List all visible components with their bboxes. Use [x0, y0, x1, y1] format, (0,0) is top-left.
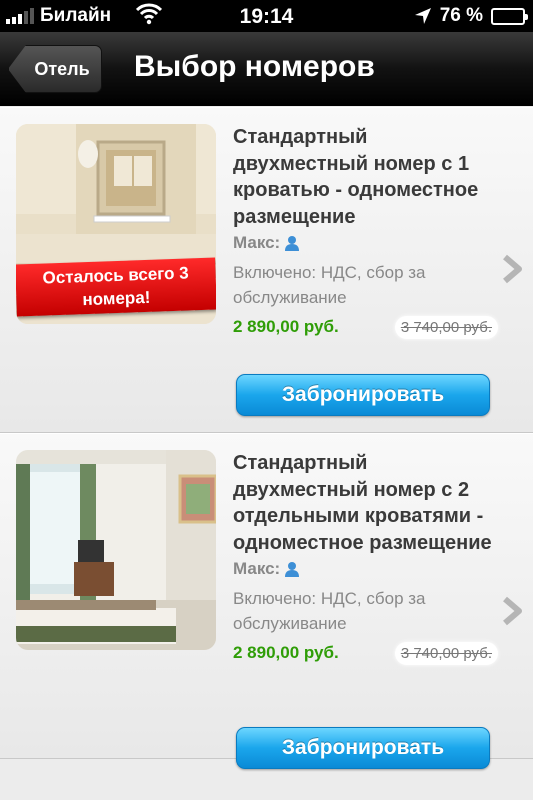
max-occupancy: Макс:: [233, 558, 498, 580]
room-card[interactable]: Осталось всего 3 номера! Стандартный дву…: [0, 107, 533, 433]
room-photo: [16, 450, 216, 650]
room-info: Стандартный двухместный номер с 2 отдель…: [233, 450, 498, 668]
current-price: 2 890,00 руб.: [233, 317, 339, 336]
location-arrow-icon: [414, 8, 431, 24]
price-row: 2 890,00 руб. 3 740,00 руб.: [233, 312, 498, 342]
bedroom-photo-image: [16, 450, 216, 650]
included-fees: Включено: НДС, сбор за обслуживание: [233, 589, 426, 633]
chevron-right-icon[interactable]: [501, 596, 523, 626]
room-title: Стандартный двухместный номер с 2 отдель…: [233, 452, 492, 554]
page-title: Выбор номеров: [134, 50, 375, 83]
occupancy-label: Макс:: [233, 233, 281, 252]
room-info: Стандартный двухместный номер с 1 кроват…: [233, 124, 498, 342]
battery-icon: [491, 7, 528, 25]
status-right: 76 %: [414, 5, 528, 27]
book-button[interactable]: Забронировать: [236, 727, 490, 769]
chevron-right-icon[interactable]: [501, 254, 523, 284]
old-price: 3 740,00 руб.: [394, 641, 498, 665]
person-icon: [285, 236, 300, 251]
occupancy-label: Макс:: [233, 559, 281, 578]
availability-badge: Осталось всего 3 номера!: [16, 257, 216, 317]
price-row: 2 890,00 руб. 3 740,00 руб.: [233, 638, 498, 668]
battery-percent: 76 %: [439, 5, 483, 26]
book-button[interactable]: Забронировать: [236, 374, 490, 416]
status-bar: Билайн 19:14 76 %: [0, 0, 533, 32]
back-button[interactable]: Отель: [8, 45, 102, 93]
current-price: 2 890,00 руб.: [233, 643, 339, 662]
max-occupancy: Макс:: [233, 232, 498, 254]
room-list: Осталось всего 3 номера! Стандартный дву…: [0, 107, 533, 769]
room-title: Стандартный двухместный номер с 1 кроват…: [233, 126, 479, 228]
included-fees: Включено: НДС, сбор за обслуживание: [233, 263, 426, 307]
person-icon: [285, 562, 300, 577]
room-card[interactable]: Стандартный двухместный номер с 2 отдель…: [0, 433, 533, 769]
room-photo: Осталось всего 3 номера!: [16, 124, 216, 324]
old-price: 3 740,00 руб.: [394, 315, 498, 339]
navigation-bar: Отель Выбор номеров: [0, 32, 533, 106]
